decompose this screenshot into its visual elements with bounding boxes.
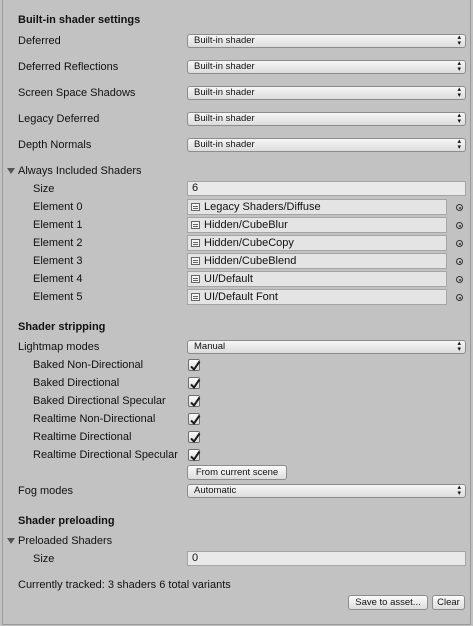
from-current-scene-button[interactable]: From current scene bbox=[187, 465, 287, 480]
fog-modes-value: Automatic bbox=[194, 485, 237, 496]
save-to-asset-button[interactable]: Save to asset... bbox=[348, 595, 428, 610]
element-2-label: Element 2 bbox=[33, 237, 83, 249]
preloaded-size-field[interactable]: 0 bbox=[187, 551, 466, 566]
object-picker-icon[interactable] bbox=[456, 222, 463, 229]
element-5-label: Element 5 bbox=[33, 291, 83, 303]
element-4-value: UI/Default bbox=[204, 273, 253, 285]
element-0-value: Legacy Shaders/Diffuse bbox=[204, 201, 321, 213]
element-5-field[interactable]: UI/Default Font bbox=[187, 289, 447, 305]
checkmark-icon bbox=[190, 450, 201, 462]
checkbox-baked-non-directional[interactable] bbox=[188, 359, 201, 372]
deferred-reflections-label: Deferred Reflections bbox=[18, 61, 119, 73]
stripping-section-title: Shader stripping bbox=[18, 321, 106, 333]
clear-button[interactable]: Clear bbox=[432, 595, 465, 610]
fog-modes-dropdown[interactable]: Automatic ▴ ▾ bbox=[187, 484, 466, 498]
depth-normals-label: Depth Normals bbox=[18, 139, 92, 151]
checkbox-realtime-directional[interactable] bbox=[188, 431, 201, 444]
element-4-label: Element 4 bbox=[33, 273, 83, 285]
shader-file-icon bbox=[191, 257, 200, 265]
updown-arrows-icon: ▴ ▾ bbox=[457, 60, 461, 73]
check-label-realtime-non-directional: Realtime Non-Directional bbox=[33, 413, 156, 425]
builtin-section-title: Built-in shader settings bbox=[18, 14, 141, 26]
check-label-baked-directional: Baked Directional bbox=[33, 377, 120, 389]
checkbox-realtime-directional-specular[interactable] bbox=[188, 449, 201, 462]
legacy-deferred-dropdown-value: Built-in shader bbox=[194, 113, 255, 124]
always-included-size-label: Size bbox=[33, 183, 55, 195]
always-included-size-field[interactable]: 6 bbox=[187, 181, 466, 196]
lightmap-modes-dropdown[interactable]: Manual ▴ ▾ bbox=[187, 340, 466, 354]
updown-arrows-icon: ▴ ▾ bbox=[457, 484, 461, 497]
check-label-realtime-directional-specular: Realtime Directional Specular bbox=[33, 449, 178, 461]
preloaded-size-label: Size bbox=[33, 553, 55, 565]
deferred-dropdown[interactable]: Built-in shader ▴ ▾ bbox=[187, 34, 466, 48]
object-picker-icon[interactable] bbox=[456, 240, 463, 247]
element-0-label: Element 0 bbox=[33, 201, 83, 213]
updown-arrows-icon: ▴ ▾ bbox=[457, 86, 461, 99]
element-1-value: Hidden/CubeBlur bbox=[204, 219, 288, 231]
updown-arrows-icon: ▴ ▾ bbox=[457, 112, 461, 125]
updown-arrows-icon: ▴ ▾ bbox=[457, 138, 461, 151]
checkmark-icon bbox=[190, 396, 201, 408]
element-2-value: Hidden/CubeCopy bbox=[204, 237, 294, 249]
checkbox-baked-directional-specular[interactable] bbox=[188, 395, 201, 408]
element-1-field[interactable]: Hidden/CubeBlur bbox=[187, 217, 447, 233]
always-included-title[interactable]: Always Included Shaders bbox=[18, 165, 142, 177]
preloaded-shaders-title[interactable]: Preloaded Shaders bbox=[18, 535, 112, 547]
element-5-value: UI/Default Font bbox=[204, 291, 278, 303]
shader-file-icon bbox=[191, 203, 200, 211]
shader-file-icon bbox=[191, 239, 200, 247]
screen-space-shadows-dropdown[interactable]: Built-in shader ▴ ▾ bbox=[187, 86, 466, 100]
screen-space-shadows-dropdown-value: Built-in shader bbox=[194, 87, 255, 98]
lightmap-modes-label: Lightmap modes bbox=[18, 341, 100, 353]
legacy-deferred-dropdown[interactable]: Built-in shader ▴ ▾ bbox=[187, 112, 466, 126]
screen-space-shadows-label: Screen Space Shadows bbox=[18, 87, 136, 99]
element-3-label: Element 3 bbox=[33, 255, 83, 267]
object-picker-icon[interactable] bbox=[456, 204, 463, 211]
lightmap-modes-value: Manual bbox=[194, 341, 226, 352]
object-picker-icon[interactable] bbox=[456, 276, 463, 283]
preloading-section-title: Shader preloading bbox=[18, 515, 115, 527]
element-1-label: Element 1 bbox=[33, 219, 83, 231]
element-4-field[interactable]: UI/Default bbox=[187, 271, 447, 287]
checkmark-icon bbox=[190, 432, 201, 444]
shader-file-icon bbox=[191, 293, 200, 301]
checkmark-icon bbox=[190, 414, 201, 426]
check-label-baked-directional-specular: Baked Directional Specular bbox=[33, 395, 166, 407]
element-0-field[interactable]: Legacy Shaders/Diffuse bbox=[187, 199, 447, 215]
updown-arrows-icon: ▴ ▾ bbox=[457, 340, 461, 353]
depth-normals-dropdown-value: Built-in shader bbox=[194, 139, 255, 150]
preloaded-shaders-foldout-arrow-icon[interactable] bbox=[7, 538, 15, 544]
shader-file-icon bbox=[191, 275, 200, 283]
element-3-value: Hidden/CubeBlend bbox=[204, 255, 297, 267]
check-label-realtime-directional: Realtime Directional bbox=[33, 431, 132, 443]
deferred-reflections-dropdown-value: Built-in shader bbox=[194, 61, 255, 72]
check-label-baked-non-directional: Baked Non-Directional bbox=[33, 359, 144, 371]
depth-normals-dropdown[interactable]: Built-in shader ▴ ▾ bbox=[187, 138, 466, 152]
checkbox-realtime-non-directional[interactable] bbox=[188, 413, 201, 426]
shader-file-icon bbox=[191, 221, 200, 229]
updown-arrows-icon: ▴ ▾ bbox=[457, 34, 461, 47]
checkmark-icon bbox=[190, 378, 201, 390]
legacy-deferred-label: Legacy Deferred bbox=[18, 113, 100, 125]
element-2-field[interactable]: Hidden/CubeCopy bbox=[187, 235, 447, 251]
checkbox-baked-directional[interactable] bbox=[188, 377, 201, 390]
object-picker-icon[interactable] bbox=[456, 294, 463, 301]
object-picker-icon[interactable] bbox=[456, 258, 463, 265]
deferred-reflections-dropdown[interactable]: Built-in shader ▴ ▾ bbox=[187, 60, 466, 74]
element-3-field[interactable]: Hidden/CubeBlend bbox=[187, 253, 447, 269]
deferred-label: Deferred bbox=[18, 35, 61, 47]
checkmark-icon bbox=[190, 360, 201, 372]
always-included-foldout-arrow-icon[interactable] bbox=[7, 168, 15, 174]
currently-tracked-text: Currently tracked: 3 shaders 6 total var… bbox=[18, 579, 231, 591]
fog-modes-label: Fog modes bbox=[18, 485, 74, 497]
deferred-dropdown-value: Built-in shader bbox=[194, 35, 255, 46]
